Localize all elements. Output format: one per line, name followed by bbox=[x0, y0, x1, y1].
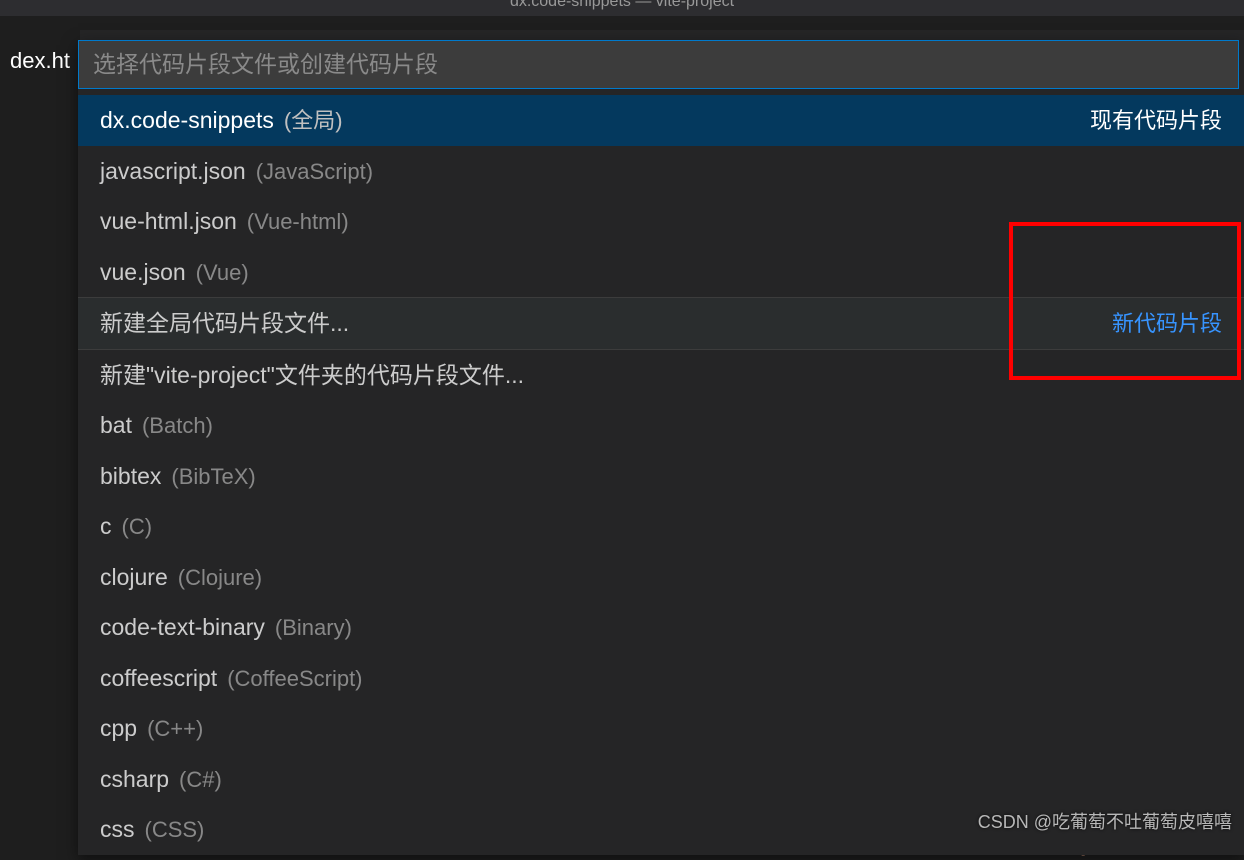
item-main: 新建全局代码片段文件... bbox=[100, 306, 349, 341]
item-description: (Vue-html) bbox=[247, 205, 349, 238]
snippet-search-input[interactable] bbox=[78, 40, 1239, 89]
item-label: code-text-binary bbox=[100, 610, 265, 645]
item-description: (Clojure) bbox=[178, 561, 262, 594]
item-label: css bbox=[100, 812, 135, 847]
snippet-item-cuda-cpp[interactable]: cuda-cpp (CUDA C++) bbox=[78, 855, 1244, 856]
window-title: dx.code-snippets — vite-project bbox=[510, 0, 734, 11]
snippet-item-c[interactable]: c (C) bbox=[78, 501, 1244, 552]
item-main: csharp (C#) bbox=[100, 762, 222, 797]
item-label: c bbox=[100, 509, 112, 544]
item-label: vue.json bbox=[100, 255, 186, 290]
snippet-item-new-global[interactable]: 新建全局代码片段文件... 新代码片段 bbox=[78, 298, 1244, 350]
item-label: 新建全局代码片段文件... bbox=[100, 306, 349, 341]
item-label: bat bbox=[100, 408, 132, 443]
snippet-item-bibtex[interactable]: bibtex (BibTeX) bbox=[78, 451, 1244, 502]
item-main: bat (Batch) bbox=[100, 408, 213, 443]
item-description: (CSS) bbox=[145, 813, 205, 846]
tab-label: dex.ht bbox=[10, 48, 70, 74]
snippet-item-coffeescript[interactable]: coffeescript (CoffeeScript) bbox=[78, 653, 1244, 704]
item-label: javascript.json bbox=[100, 154, 246, 189]
item-main: cpp (C++) bbox=[100, 711, 203, 746]
snippet-item-cpp[interactable]: cpp (C++) bbox=[78, 703, 1244, 754]
item-main: bibtex (BibTeX) bbox=[100, 459, 256, 494]
item-description: (C++) bbox=[147, 712, 203, 745]
item-description: (Binary) bbox=[275, 611, 352, 644]
title-bar: dx.code-snippets — vite-project bbox=[0, 0, 1244, 16]
watermark: CSDN @吃葡萄不吐葡萄皮嘻嘻 bbox=[978, 808, 1232, 834]
item-description: (C) bbox=[122, 510, 153, 543]
snippet-item-dx[interactable]: dx.code-snippets (全局) 现有代码片段 bbox=[78, 95, 1244, 146]
snippet-item-vue[interactable]: vue.json (Vue) bbox=[78, 247, 1244, 299]
item-description: (C#) bbox=[179, 763, 222, 796]
item-label: dx.code-snippets bbox=[100, 103, 274, 138]
item-description: (Batch) bbox=[142, 409, 213, 442]
item-label: cpp bbox=[100, 711, 137, 746]
item-main: c (C) bbox=[100, 509, 152, 544]
snippet-item-javascript[interactable]: javascript.json (JavaScript) bbox=[78, 146, 1244, 197]
item-main: css (CSS) bbox=[100, 812, 204, 847]
snippet-list: dx.code-snippets (全局) 现有代码片段 javascript.… bbox=[78, 95, 1244, 855]
snippet-item-vue-html[interactable]: vue-html.json (Vue-html) bbox=[78, 196, 1244, 247]
item-main: clojure (Clojure) bbox=[100, 560, 262, 595]
section-label-existing: 现有代码片段 bbox=[1090, 104, 1222, 137]
section-label-new: 新代码片段 bbox=[1112, 307, 1222, 340]
snippet-item-csharp[interactable]: csharp (C#) bbox=[78, 754, 1244, 805]
tab-index-html[interactable]: dex.ht bbox=[0, 30, 80, 90]
item-main: coffeescript (CoffeeScript) bbox=[100, 661, 363, 696]
item-label: 新建"vite-project"文件夹的代码片段文件... bbox=[100, 358, 524, 393]
item-main: vue.json (Vue) bbox=[100, 255, 249, 290]
quick-picker: dx.code-snippets (全局) 现有代码片段 javascript.… bbox=[78, 40, 1244, 855]
snippet-item-new-project[interactable]: 新建"vite-project"文件夹的代码片段文件... bbox=[78, 350, 1244, 401]
item-label: coffeescript bbox=[100, 661, 217, 696]
item-label: vue-html.json bbox=[100, 204, 237, 239]
item-main: dx.code-snippets (全局) bbox=[100, 103, 343, 138]
item-main: 新建"vite-project"文件夹的代码片段文件... bbox=[100, 358, 524, 393]
item-description: (JavaScript) bbox=[256, 155, 373, 188]
item-label: csharp bbox=[100, 762, 169, 797]
item-label: clojure bbox=[100, 560, 168, 595]
item-main: code-text-binary (Binary) bbox=[100, 610, 352, 645]
snippet-item-code-text-binary[interactable]: code-text-binary (Binary) bbox=[78, 602, 1244, 653]
item-description: (全局) bbox=[284, 104, 343, 137]
item-description: (BibTeX) bbox=[171, 460, 255, 493]
item-label: bibtex bbox=[100, 459, 161, 494]
item-main: javascript.json (JavaScript) bbox=[100, 154, 373, 189]
item-description: (Vue) bbox=[196, 256, 249, 289]
snippet-item-clojure[interactable]: clojure (Clojure) bbox=[78, 552, 1244, 603]
item-main: vue-html.json (Vue-html) bbox=[100, 204, 349, 239]
item-description: (CoffeeScript) bbox=[227, 662, 362, 695]
snippet-item-bat[interactable]: bat (Batch) bbox=[78, 400, 1244, 451]
